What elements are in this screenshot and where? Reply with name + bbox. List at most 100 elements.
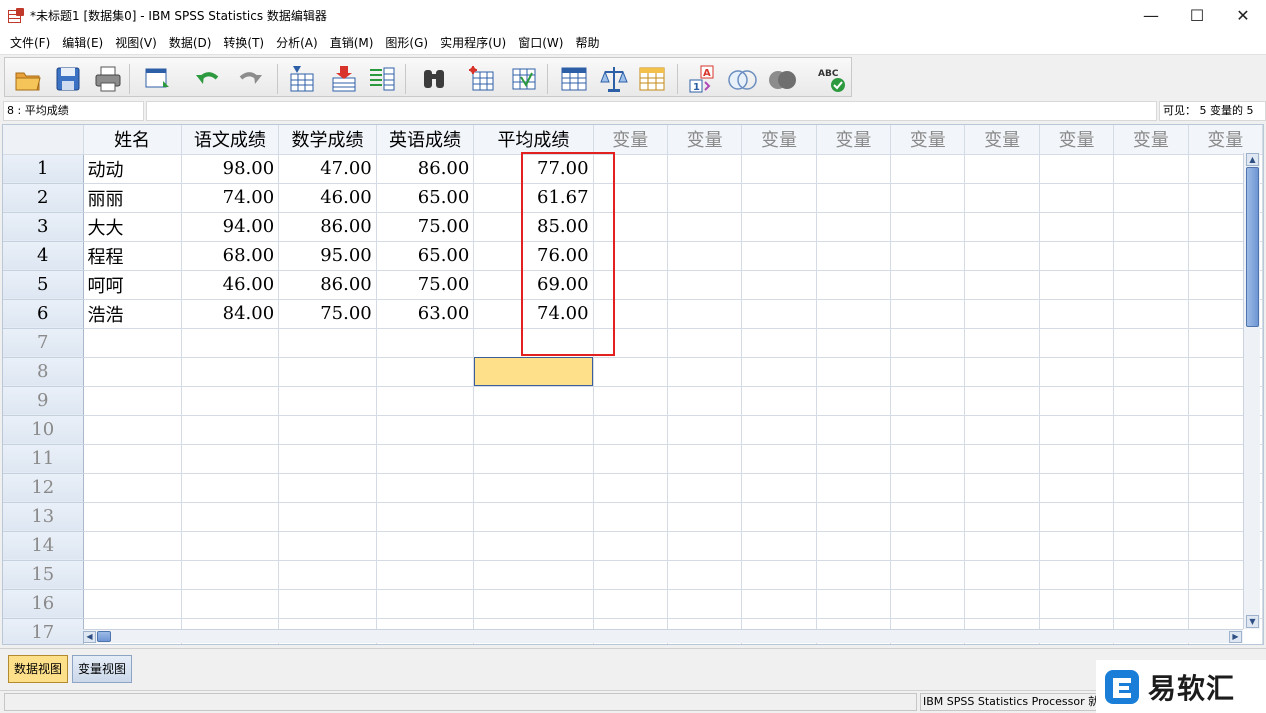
- grid-cell[interactable]: [593, 502, 668, 532]
- grid-cell[interactable]: [593, 560, 668, 590]
- grid-cell[interactable]: [890, 473, 966, 503]
- grid-cell[interactable]: [890, 589, 966, 619]
- grid-cell[interactable]: [667, 560, 743, 590]
- grid-cell[interactable]: [741, 183, 817, 213]
- grid-cell[interactable]: 丽丽: [83, 183, 182, 213]
- grid-cell[interactable]: 98.00: [181, 154, 280, 184]
- grid-cell[interactable]: [1039, 589, 1115, 619]
- grid-cell[interactable]: [667, 241, 743, 271]
- grid-cell[interactable]: [816, 241, 892, 271]
- grid-cell[interactable]: [83, 444, 182, 474]
- grid-cell[interactable]: [278, 328, 377, 358]
- grid-cell[interactable]: 75.00: [278, 299, 377, 329]
- grid-cell[interactable]: [890, 386, 966, 416]
- grid-cell[interactable]: [1113, 444, 1189, 474]
- grid-cell[interactable]: 95.00: [278, 241, 377, 271]
- row-header[interactable]: 4: [3, 241, 84, 271]
- undo-icon[interactable]: [193, 64, 223, 94]
- grid-cell[interactable]: [376, 328, 475, 358]
- grid-cell[interactable]: [473, 560, 594, 590]
- grid-cell[interactable]: [890, 154, 966, 184]
- grid-cell[interactable]: 大大: [83, 212, 182, 242]
- grid-cell[interactable]: [1039, 183, 1115, 213]
- grid-cell[interactable]: [593, 531, 668, 561]
- column-header-empty[interactable]: 变量: [816, 125, 892, 155]
- show-all-variables-icon[interactable]: [767, 64, 797, 94]
- select-cases-icon[interactable]: [637, 64, 667, 94]
- grid-cell[interactable]: [890, 183, 966, 213]
- grid-cell[interactable]: [816, 270, 892, 300]
- grid-cell[interactable]: 68.00: [181, 241, 280, 271]
- grid-cell[interactable]: [278, 531, 377, 561]
- grid-cell[interactable]: [1113, 560, 1189, 590]
- save-icon[interactable]: [53, 64, 83, 94]
- grid-cell[interactable]: [890, 241, 966, 271]
- grid-cell[interactable]: [964, 531, 1040, 561]
- grid-cell[interactable]: [964, 241, 1040, 271]
- menu-help[interactable]: 帮助: [569, 32, 605, 54]
- grid-cell[interactable]: [816, 212, 892, 242]
- grid-cell[interactable]: [890, 560, 966, 590]
- row-header[interactable]: 9: [3, 386, 84, 416]
- grid-cell[interactable]: [964, 444, 1040, 474]
- row-header[interactable]: 2: [3, 183, 84, 213]
- grid-cell[interactable]: [1113, 531, 1189, 561]
- grid-cell[interactable]: 46.00: [278, 183, 377, 213]
- grid-cell[interactable]: [181, 560, 280, 590]
- grid-cell[interactable]: [278, 589, 377, 619]
- grid-cell[interactable]: [1039, 415, 1115, 445]
- grid-cell[interactable]: [473, 531, 594, 561]
- grid-cell[interactable]: [1039, 241, 1115, 271]
- insert-cases-icon[interactable]: [467, 64, 497, 94]
- column-header-empty[interactable]: 变量: [1039, 125, 1115, 155]
- grid-cell[interactable]: 47.00: [278, 154, 377, 184]
- use-sets-icon[interactable]: [727, 64, 757, 94]
- grid-cell[interactable]: [964, 357, 1040, 387]
- grid-cell[interactable]: [890, 299, 966, 329]
- grid-cell[interactable]: [1039, 154, 1115, 184]
- grid-cell[interactable]: [1039, 386, 1115, 416]
- grid-cell[interactable]: 86.00: [278, 212, 377, 242]
- grid-cell[interactable]: [376, 502, 475, 532]
- column-header-empty[interactable]: 变量: [593, 125, 668, 155]
- maximize-button[interactable]: ☐: [1174, 0, 1220, 31]
- grid-cell[interactable]: [890, 502, 966, 532]
- grid-cell[interactable]: [816, 531, 892, 561]
- grid-cell[interactable]: [667, 415, 743, 445]
- grid-cell[interactable]: 46.00: [181, 270, 280, 300]
- grid-cell[interactable]: [83, 502, 182, 532]
- grid-cell[interactable]: [83, 357, 182, 387]
- grid-cell[interactable]: [741, 386, 817, 416]
- goto-case-icon[interactable]: [287, 64, 317, 94]
- grid-cell[interactable]: 65.00: [376, 183, 475, 213]
- grid-cell[interactable]: [816, 183, 892, 213]
- column-header-empty[interactable]: 变量: [1113, 125, 1189, 155]
- column-header[interactable]: 数学成绩: [278, 125, 377, 155]
- menu-analyze[interactable]: 分析(A): [270, 32, 324, 54]
- grid-cell[interactable]: [376, 473, 475, 503]
- grid-cell[interactable]: [1113, 386, 1189, 416]
- grid-cell[interactable]: [816, 560, 892, 590]
- grid-cell[interactable]: [376, 415, 475, 445]
- grid-cell[interactable]: [83, 473, 182, 503]
- grid-cell[interactable]: [593, 415, 668, 445]
- grid-cell[interactable]: [376, 531, 475, 561]
- grid-cell[interactable]: [181, 589, 280, 619]
- grid-cell[interactable]: [964, 560, 1040, 590]
- grid-cell[interactable]: [473, 415, 594, 445]
- grid-cell[interactable]: [667, 589, 743, 619]
- grid-cell[interactable]: [816, 386, 892, 416]
- grid-cell[interactable]: [1039, 357, 1115, 387]
- grid-cell[interactable]: [667, 473, 743, 503]
- spell-check-icon[interactable]: ABC: [817, 64, 847, 94]
- grid-cell[interactable]: 94.00: [181, 212, 280, 242]
- grid-cell[interactable]: [890, 357, 966, 387]
- grid-cell[interactable]: [376, 589, 475, 619]
- tab-data-view[interactable]: 数据视图: [8, 655, 69, 683]
- grid-cell[interactable]: [816, 299, 892, 329]
- grid-cell[interactable]: [667, 531, 743, 561]
- column-header-empty[interactable]: 变量: [890, 125, 966, 155]
- menu-window[interactable]: 窗口(W): [512, 32, 569, 54]
- grid-cell[interactable]: [593, 328, 668, 358]
- menu-file[interactable]: 文件(F): [4, 32, 56, 54]
